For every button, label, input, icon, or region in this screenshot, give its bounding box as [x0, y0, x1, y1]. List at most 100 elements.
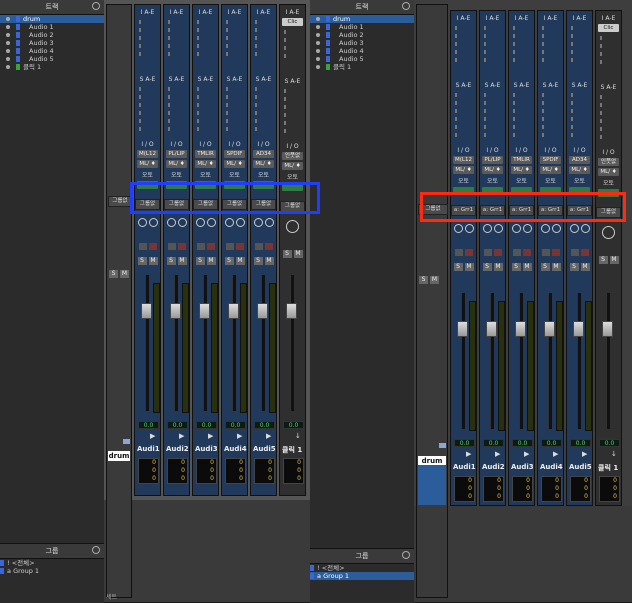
volume-fader[interactable] — [456, 321, 468, 337]
insert-slot[interactable] — [197, 36, 214, 40]
insert-slot[interactable] — [571, 34, 588, 38]
insert-slot[interactable] — [600, 36, 617, 40]
send-slot[interactable] — [197, 95, 214, 99]
visibility-icon[interactable] — [6, 49, 10, 53]
track-list-item[interactable]: Audio 1 — [310, 23, 414, 31]
track-list-item[interactable]: drum — [310, 15, 414, 23]
visibility-icon[interactable] — [316, 25, 320, 29]
mute-button[interactable]: M — [235, 257, 245, 265]
track-name[interactable]: Audi4 — [540, 463, 563, 471]
send-slot[interactable] — [484, 93, 501, 97]
send-slot[interactable] — [571, 109, 588, 113]
insert-slot[interactable] — [600, 52, 617, 56]
send-slot[interactable] — [255, 119, 272, 123]
track-name[interactable]: Audi5 — [569, 463, 592, 471]
insert-slot[interactable] — [284, 38, 301, 42]
record-arm-button[interactable] — [206, 243, 215, 250]
send-slot[interactable] — [255, 87, 272, 91]
insert-slot[interactable] — [455, 50, 472, 54]
insert-slot[interactable] — [255, 28, 272, 32]
output-selector[interactable]: ML/ ♦ — [224, 160, 245, 168]
input-monitor-button[interactable] — [196, 243, 205, 250]
automation-arrow-icon[interactable]: ▶ — [495, 450, 500, 458]
insert-slot[interactable] — [168, 36, 185, 40]
visibility-icon[interactable] — [6, 57, 10, 61]
insert-slot[interactable] — [455, 34, 472, 38]
mute-button[interactable]: M — [580, 263, 590, 271]
send-slot[interactable] — [226, 103, 243, 107]
send-slot[interactable] — [284, 89, 301, 93]
mute-button[interactable]: M — [120, 270, 129, 278]
volume-fader[interactable] — [543, 321, 555, 337]
track-name[interactable]: 클릭 1 — [598, 463, 618, 473]
volume-fader[interactable] — [572, 321, 584, 337]
solo-button[interactable]: S — [540, 263, 550, 271]
send-slot[interactable] — [455, 117, 472, 121]
track-list-item[interactable]: Audio 5 — [310, 55, 414, 63]
automation-arrow-icon[interactable]: ▶ — [150, 432, 155, 440]
output-selector[interactable]: ML/ ♦ — [166, 160, 187, 168]
send-slot[interactable] — [168, 95, 185, 99]
input-selector[interactable]: SPDIF — [224, 150, 245, 158]
send-slot[interactable] — [484, 117, 501, 121]
volume-fader[interactable] — [256, 303, 268, 319]
visibility-icon[interactable] — [316, 57, 320, 61]
pan-knob[interactable] — [453, 224, 463, 233]
click-button[interactable]: Clic — [598, 24, 619, 32]
input-monitor-button[interactable] — [454, 249, 463, 256]
mute-button[interactable]: M — [148, 257, 158, 265]
insert-slot[interactable] — [571, 42, 588, 46]
pan-knob[interactable] — [137, 218, 147, 227]
send-slot[interactable] — [139, 111, 156, 115]
solo-button[interactable]: S — [224, 257, 234, 265]
track-list-item[interactable]: 클릭 1 — [310, 63, 414, 71]
send-slot[interactable] — [542, 117, 559, 121]
solo-button[interactable]: S — [109, 270, 118, 278]
insert-slot[interactable] — [542, 26, 559, 30]
record-arm-button[interactable] — [551, 249, 560, 256]
insert-slot[interactable] — [571, 50, 588, 54]
send-slot[interactable] — [571, 117, 588, 121]
input-monitor-button[interactable] — [254, 243, 263, 250]
pan-knob[interactable] — [482, 224, 492, 233]
send-slot[interactable] — [197, 87, 214, 91]
send-slot[interactable] — [455, 125, 472, 129]
mute-button[interactable]: M — [464, 263, 474, 271]
gear-icon[interactable] — [402, 551, 410, 559]
solo-button[interactable]: S — [282, 250, 292, 258]
folder-group-button[interactable]: 그룹없 — [108, 196, 132, 207]
visibility-icon[interactable] — [6, 33, 10, 37]
pan-knob[interactable] — [166, 218, 176, 227]
input-selector[interactable]: M(L12 — [453, 156, 474, 164]
insert-slot[interactable] — [168, 28, 185, 32]
solo-button[interactable]: S — [195, 257, 205, 265]
insert-slot[interactable] — [484, 42, 501, 46]
send-slot[interactable] — [197, 111, 214, 115]
output-selector[interactable]: ML/ ♦ — [195, 160, 216, 168]
gear-icon[interactable] — [92, 2, 100, 10]
send-slot[interactable] — [600, 119, 617, 123]
insert-slot[interactable] — [255, 44, 272, 48]
solo-button[interactable]: S — [453, 263, 463, 271]
click-button[interactable]: Clic — [282, 18, 303, 26]
output-selector[interactable]: ML/ ♦ — [598, 168, 619, 176]
automation-arrow-icon[interactable]: ▶ — [466, 450, 471, 458]
track-list-item[interactable]: Audio 4 — [0, 47, 104, 55]
pan-knob[interactable] — [511, 224, 521, 233]
group-item-all[interactable]: ! <전체> — [0, 559, 104, 567]
track-list-item[interactable]: Audio 5 — [0, 55, 104, 63]
mute-button[interactable]: M — [206, 257, 216, 265]
visibility-icon[interactable] — [316, 33, 320, 37]
track-name[interactable]: Audi4 — [224, 445, 247, 453]
send-slot[interactable] — [168, 111, 185, 115]
insert-slot[interactable] — [455, 26, 472, 30]
insert-slot[interactable] — [139, 36, 156, 40]
mute-button[interactable]: M — [609, 256, 619, 264]
group-item-all[interactable]: ! <전체> — [310, 564, 414, 572]
input-monitor-button[interactable] — [541, 249, 550, 256]
track-list-item[interactable]: Audio 2 — [310, 31, 414, 39]
solo-button[interactable]: S — [511, 263, 521, 271]
pan-knob[interactable] — [195, 218, 205, 227]
insert-slot[interactable] — [255, 36, 272, 40]
output-selector[interactable]: ML/ ♦ — [569, 166, 590, 174]
